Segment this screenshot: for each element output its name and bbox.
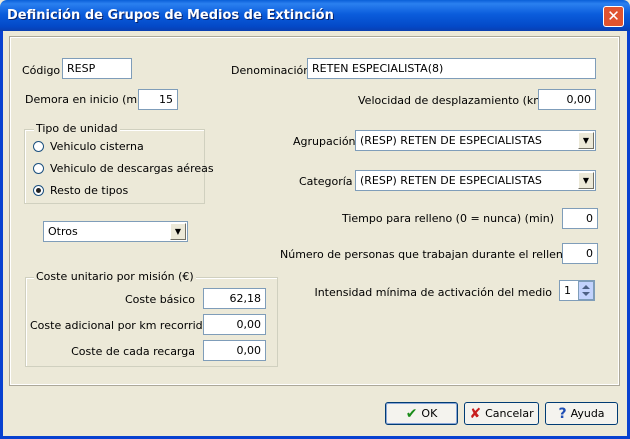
denominacion-input[interactable]: RETEN ESPECIALISTA(8) [307,58,596,79]
coste-basico-input[interactable]: 62,18 [203,288,266,309]
agrupacion-dropdown-value: (RESP) RETEN DE ESPECIALISTAS [360,134,542,147]
tipo-unidad-legend: Tipo de unidad [34,122,120,135]
demora-label: Demora en inicio (min) [25,93,152,106]
codigo-input[interactable]: RESP [62,58,132,79]
check-icon: ✔ [405,405,418,422]
tiempo-relleno-label: Tiempo para relleno (0 = nunca) (min) [341,212,554,225]
tiempo-relleno-input[interactable]: 0 [562,208,598,229]
intensidad-label: Intensidad mínima de activación del medi… [314,286,552,299]
help-button[interactable]: ? Ayuda [545,402,618,425]
denominacion-label: Denominación [231,64,311,77]
personas-relleno-input[interactable]: 0 [562,243,598,264]
radio-label-resto-tipos: Resto de tipos [50,184,129,197]
close-button[interactable]: ✕ [603,6,624,27]
agrupacion-label: Agrupación [293,135,356,148]
intensidad-value: 1 [564,284,571,297]
radio-label-vehiculo-cisterna: Vehiculo cisterna [50,140,144,153]
cancel-button-label: Cancelar [485,407,534,420]
spin-arrows-icon [582,285,590,296]
velocidad-label: Velocidad de desplazamiento (km/h) [358,94,559,107]
categoria-dropdown-value: (RESP) RETEN DE ESPECIALISTAS [360,174,542,187]
coste-recarga-label: Coste de cada recarga [71,345,195,358]
close-icon: ✕ [607,7,620,25]
agrupacion-dropdown[interactable]: (RESP) RETEN DE ESPECIALISTAS ▼ [355,130,596,151]
help-button-label: Ayuda [570,407,605,420]
ok-button-label: OK [421,407,438,420]
ok-button[interactable]: ✔ OK [385,402,458,425]
coste-legend: Coste unitario por misión (€) [34,270,196,283]
radio-vehiculo-cisterna[interactable] [33,141,44,152]
cancel-button[interactable]: ✘ Cancelar [464,402,539,425]
spinner-buttons[interactable] [578,281,594,300]
demora-input[interactable]: 15 [138,89,178,110]
window-title: Definición de Grupos de Medios de Extinc… [7,8,334,23]
coste-km-label: Coste adicional por km recorrido [30,319,210,332]
x-icon: ✘ [469,405,482,422]
otros-dropdown[interactable]: Otros ▼ [43,221,188,242]
velocidad-input[interactable]: 0,00 [538,89,596,110]
coste-km-input[interactable]: 0,00 [203,314,266,335]
categoria-dropdown[interactable]: (RESP) RETEN DE ESPECIALISTAS ▼ [355,170,596,191]
coste-basico-label: Coste básico [124,293,195,306]
chevron-down-icon[interactable]: ▼ [170,223,186,240]
radio-vehiculo-descargas[interactable] [33,163,44,174]
chevron-down-icon[interactable]: ▼ [578,132,594,149]
radio-resto-tipos[interactable] [33,185,44,196]
question-icon: ? [558,405,567,422]
otros-dropdown-value: Otros [48,225,78,238]
chevron-down-icon[interactable]: ▼ [578,172,594,189]
categoria-label: Categoría [299,175,353,188]
personas-relleno-label: Número de personas que trabajan durante … [280,248,570,261]
codigo-label: Código [22,64,61,77]
radio-label-vehiculo-descargas: Vehiculo de descargas aéreas [50,162,214,175]
coste-recarga-input[interactable]: 0,00 [203,340,266,361]
